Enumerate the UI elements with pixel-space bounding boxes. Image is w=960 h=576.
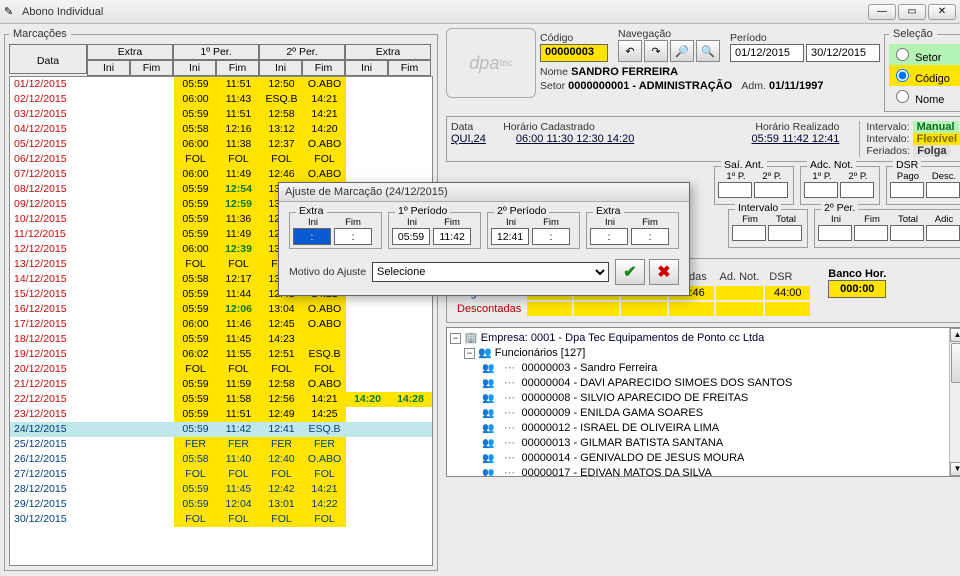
setor-nome: ADMINISTRAÇÃO <box>639 80 733 92</box>
per2-box: 2º Per. IniFimTotalAdic <box>814 209 960 248</box>
col-data: Data <box>9 44 87 74</box>
tree-item[interactable]: ⋯00000012 - ISRAEL DE OLIVEIRA LIMA <box>450 421 960 436</box>
tree-item[interactable]: ⋯00000009 - ENILDA GAMA SOARES <box>450 406 960 421</box>
employee-tree[interactable]: −🏢 Empresa: 0001 - Dpa Tec Equipamentos … <box>446 327 960 477</box>
scroll-down-icon[interactable]: ▼ <box>950 462 960 476</box>
sel-codigo[interactable]: Código <box>889 65 960 86</box>
table-row[interactable]: 03/12/201505:5911:5112:5814:21 <box>10 107 432 122</box>
sched-real[interactable]: 05:59 11:42 12:41 <box>751 133 839 145</box>
table-row[interactable]: 24/12/201505:5911:4212:41ESQ.B <box>10 422 432 437</box>
confirm-button[interactable]: ✔ <box>615 259 645 285</box>
table-row[interactable]: 26/12/201505:5811:4012:40O.ABO <box>10 452 432 467</box>
col-extra2: Extra <box>345 44 431 60</box>
periodo-label: Período <box>730 32 880 44</box>
titlebar: ✎ Abono Individual — ▭ ✕ <box>0 0 960 24</box>
setor-cod: 0000000001 <box>568 80 629 92</box>
p2-ini-input[interactable] <box>491 228 529 245</box>
table-row[interactable]: 30/12/2015FOLFOLFOLFOL <box>10 512 432 527</box>
table-row[interactable]: 29/12/201505:5912:0413:0114:22 <box>10 497 432 512</box>
marcacoes-legend: Marcações <box>9 28 71 40</box>
table-row[interactable]: 17/12/201506:0011:4612:45O.ABO <box>10 317 432 332</box>
tree-scrollbar[interactable]: ▲ ▼ <box>949 328 960 476</box>
tree-item[interactable]: ⋯00000014 - GENIVALDO DE JESUS MOURA <box>450 451 960 466</box>
sched-data[interactable]: QUI,24 <box>451 133 486 145</box>
scroll-thumb[interactable] <box>951 343 960 383</box>
extra2-ini-input[interactable] <box>590 228 628 245</box>
schedule-panel: Data Horário Cadastrado Horário Realizad… <box>446 116 960 162</box>
maximize-button[interactable]: ▭ <box>898 4 926 20</box>
table-row[interactable]: 06/12/2015FOLFOLFOLFOL <box>10 152 432 167</box>
table-row[interactable]: 02/12/201506:0011:43ESQ.B14:21 <box>10 92 432 107</box>
search-icon[interactable]: 🔎 <box>670 40 694 62</box>
extra2-fim-input[interactable] <box>631 228 669 245</box>
window-title: Abono Individual <box>22 6 868 18</box>
tree-item[interactable]: ⋯00000008 - SILVIO APARECIDO DE FREITAS <box>450 391 960 406</box>
nav-next-icon[interactable]: ↷ <box>644 40 668 62</box>
marcacoes-grid[interactable]: 01/12/201505:5911:5112:50O.ABO02/12/2015… <box>9 76 433 566</box>
scroll-up-icon[interactable]: ▲ <box>950 328 960 342</box>
marcacoes-panel: Marcações Data Extra 1º Per. 2º Per. Ext… <box>4 28 438 571</box>
p2-fim-input[interactable] <box>532 228 570 245</box>
table-row[interactable]: 27/12/2015FOLFOLFOLFOL <box>10 467 432 482</box>
tree-item[interactable]: ⋯00000003 - Sandro Ferreira <box>450 361 960 376</box>
extra-fim-input[interactable] <box>334 228 372 245</box>
table-row[interactable]: 05/12/201506:0011:3812:37O.ABO <box>10 137 432 152</box>
table-row[interactable]: 01/12/201505:5911:5112:50O.ABO <box>10 77 432 92</box>
nome-value: SANDRO FERREIRA <box>571 66 678 78</box>
table-row[interactable]: 21/12/201505:5911:5912:58O.ABO <box>10 377 432 392</box>
col-p2: 2º Per. <box>259 44 345 60</box>
table-row[interactable]: 19/12/201506:0211:5512:51ESQ.B <box>10 347 432 362</box>
adc-not: Adc. Not. 1º P.2º P. <box>800 166 880 205</box>
dsr: DSR PagoDesc. <box>886 166 960 205</box>
sel-setor[interactable]: Setor <box>889 44 960 65</box>
banco-horas: 000:00 <box>828 280 886 298</box>
col-extra1: Extra <box>87 44 173 60</box>
dialog-title: Ajuste de Marcação (24/12/2015) <box>279 183 689 202</box>
table-row[interactable]: 25/12/2015FERFERFERFER <box>10 437 432 452</box>
table-row[interactable]: 22/12/201505:5911:5812:5614:2114:2014:28 <box>10 392 432 407</box>
periodo-ini[interactable] <box>730 44 804 62</box>
tree-item[interactable]: ⋯00000013 - GILMAR BATISTA SANTANA <box>450 436 960 451</box>
tree-collapse-icon[interactable]: − <box>450 333 461 344</box>
cancel-button[interactable]: ✖ <box>649 259 679 285</box>
adm-value: 01/11/1997 <box>769 80 823 92</box>
table-row[interactable]: 16/12/201505:5912:0613:04O.ABO <box>10 302 432 317</box>
close-button[interactable]: ✕ <box>928 4 956 20</box>
selecao-panel: Seleção Setor Código Nome <box>884 28 960 112</box>
periodo-fim[interactable] <box>806 44 880 62</box>
sai-ant: Saí. Ant. 1º P.2º P. <box>714 166 794 205</box>
nav-label: Navegação <box>618 28 720 40</box>
codigo-label: Código <box>540 32 608 44</box>
company-logo: dpatec <box>446 28 536 98</box>
preview-icon[interactable]: 🔍 <box>696 40 720 62</box>
app-icon: ✎ <box>4 5 18 19</box>
tree-item[interactable]: ⋯00000004 - DAVI APARECIDO SIMOES DOS SA… <box>450 376 960 391</box>
tree-collapse-icon[interactable]: − <box>464 348 475 359</box>
extra-ini-input[interactable] <box>293 228 331 245</box>
motivo-select[interactable]: Selecione <box>372 262 609 282</box>
p1-ini-input[interactable] <box>392 228 430 245</box>
table-row[interactable]: 04/12/201505:5812:1613:1214:20 <box>10 122 432 137</box>
sel-nome[interactable]: Nome <box>889 86 960 107</box>
codigo-field[interactable]: 00000003 <box>540 44 608 62</box>
p1-fim-input[interactable] <box>433 228 471 245</box>
intervalo-box: Intervalo FimTotal <box>728 209 808 248</box>
minimize-button[interactable]: — <box>868 4 896 20</box>
table-row[interactable]: 28/12/201505:5911:4512:4214:21 <box>10 482 432 497</box>
tree-item[interactable]: ⋯00000017 - EDIVAN MATOS DA SILVA <box>450 466 960 477</box>
nav-prev-icon[interactable]: ↶ <box>618 40 642 62</box>
table-row[interactable]: 20/12/2015FOLFOLFOLFOL <box>10 362 432 377</box>
table-row[interactable]: 07/12/201506:0011:4912:46O.ABO <box>10 167 432 182</box>
sched-cad[interactable]: 06:00 11:30 12:30 14:20 <box>516 133 634 145</box>
col-p1: 1º Per. <box>173 44 259 60</box>
ajuste-marcacao-dialog: Ajuste de Marcação (24/12/2015) Extra In… <box>278 182 690 296</box>
table-row[interactable]: 23/12/201505:5911:5112:4914:25 <box>10 407 432 422</box>
table-row[interactable]: 18/12/201505:5911:4514:23 <box>10 332 432 347</box>
motivo-label: Motivo do Ajuste <box>289 266 366 278</box>
